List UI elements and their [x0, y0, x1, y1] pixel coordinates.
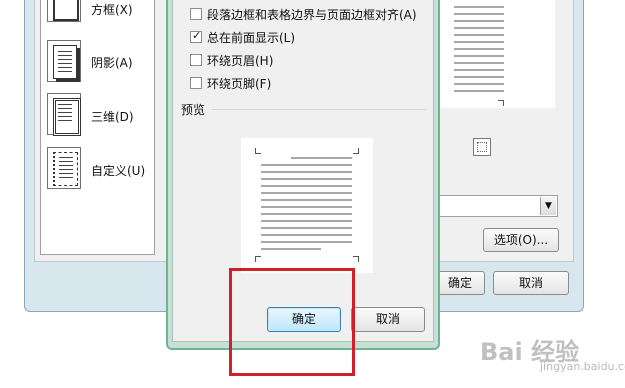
align-paragraph-border-checkbox[interactable]: [190, 8, 202, 20]
cancel-button[interactable]: 取消: [351, 307, 425, 332]
crop-mark-icon: [353, 148, 359, 154]
box-border-icon[interactable]: [47, 0, 81, 22]
baidu-jingyan-watermark: Bai 经验: [480, 338, 580, 366]
surround-footer-label[interactable]: 环绕页脚(F): [207, 75, 271, 92]
back-preview-page: [440, 0, 555, 108]
crop-mark-icon: [498, 100, 504, 106]
setting-shadow-label[interactable]: 阴影(A): [91, 54, 133, 71]
preview-page: [241, 138, 373, 273]
chevron-down-icon[interactable]: ▼: [540, 197, 556, 215]
inner-border-toggle-icon[interactable]: [473, 138, 491, 156]
shadow-border-icon[interactable]: [47, 40, 81, 82]
crop-mark-icon: [353, 256, 359, 262]
back-ok-button[interactable]: 确定: [433, 271, 485, 295]
setting-3d-label[interactable]: 三维(D): [91, 108, 134, 125]
surround-footer-checkbox[interactable]: [190, 77, 202, 89]
custom-border-icon[interactable]: [47, 147, 81, 189]
checkmark-icon: ✓: [192, 29, 202, 42]
always-in-front-checkbox[interactable]: ✓: [190, 29, 202, 43]
highlight-annotation-box: [229, 268, 355, 376]
always-in-front-label[interactable]: 总在前面显示(L): [207, 29, 295, 46]
options-button[interactable]: 选项(O)...: [483, 228, 559, 252]
crop-mark-icon: [255, 256, 261, 262]
crop-mark-icon: [255, 148, 261, 154]
3d-border-icon[interactable]: [47, 93, 81, 136]
preview-label: 预览: [181, 103, 206, 117]
preview-separator: [212, 109, 426, 110]
back-cancel-button[interactable]: 取消: [493, 271, 569, 295]
apply-to-select[interactable]: ▼: [420, 195, 558, 217]
surround-header-label[interactable]: 环绕页眉(H): [207, 52, 273, 69]
watermark-url: jingyan.baidu.com: [540, 360, 625, 373]
surround-header-checkbox[interactable]: [190, 54, 202, 66]
setting-box-label[interactable]: 方框(X): [91, 1, 133, 18]
setting-custom-label[interactable]: 自定义(U): [91, 162, 145, 179]
align-paragraph-border-label[interactable]: 段落边框和表格边界与页面边框对齐(A): [207, 6, 417, 23]
